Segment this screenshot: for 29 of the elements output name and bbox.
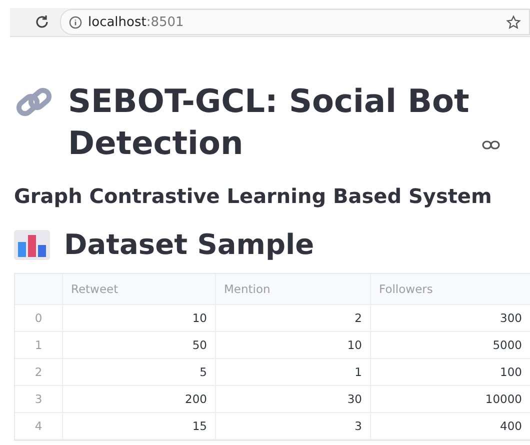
table-cell: 10 bbox=[216, 332, 371, 360]
table-cell: 3 bbox=[216, 413, 371, 440]
table-cell: 30 bbox=[216, 386, 371, 414]
column-header[interactable]: Retweet bbox=[63, 274, 216, 306]
anchor-link-icon[interactable] bbox=[482, 140, 500, 150]
row-index: 0 bbox=[15, 305, 63, 332]
subtitle: Graph Contrastive Learning Based System bbox=[14, 184, 493, 208]
row-index: 2 bbox=[15, 359, 63, 386]
table-cell: 1 bbox=[216, 359, 371, 386]
url-host: localhost bbox=[88, 14, 146, 30]
address-bar[interactable]: localhost:8501 bbox=[60, 9, 530, 35]
row-index: 1 bbox=[15, 332, 63, 360]
column-header[interactable]: Mention bbox=[216, 274, 371, 306]
url-port: :8501 bbox=[146, 14, 184, 30]
table-cell: 50 bbox=[63, 332, 216, 360]
table-cell: 2 bbox=[216, 305, 371, 332]
row-index: 4 bbox=[15, 413, 63, 440]
bar-chart-icon bbox=[14, 230, 50, 260]
table-cell: 10 bbox=[63, 305, 216, 332]
row-index: 3 bbox=[15, 386, 63, 414]
table-cell: 15 bbox=[63, 413, 216, 440]
table-cell: 5 bbox=[63, 359, 216, 386]
reload-icon[interactable] bbox=[34, 14, 50, 30]
section-heading: Dataset Sample bbox=[64, 228, 314, 262]
star-icon[interactable] bbox=[506, 14, 521, 30]
column-header[interactable]: Followers bbox=[371, 274, 530, 306]
info-icon bbox=[69, 16, 82, 28]
page-title: SEBOT-GCL: Social Bot Detection bbox=[68, 81, 470, 164]
table-cell: 200 bbox=[63, 386, 216, 414]
